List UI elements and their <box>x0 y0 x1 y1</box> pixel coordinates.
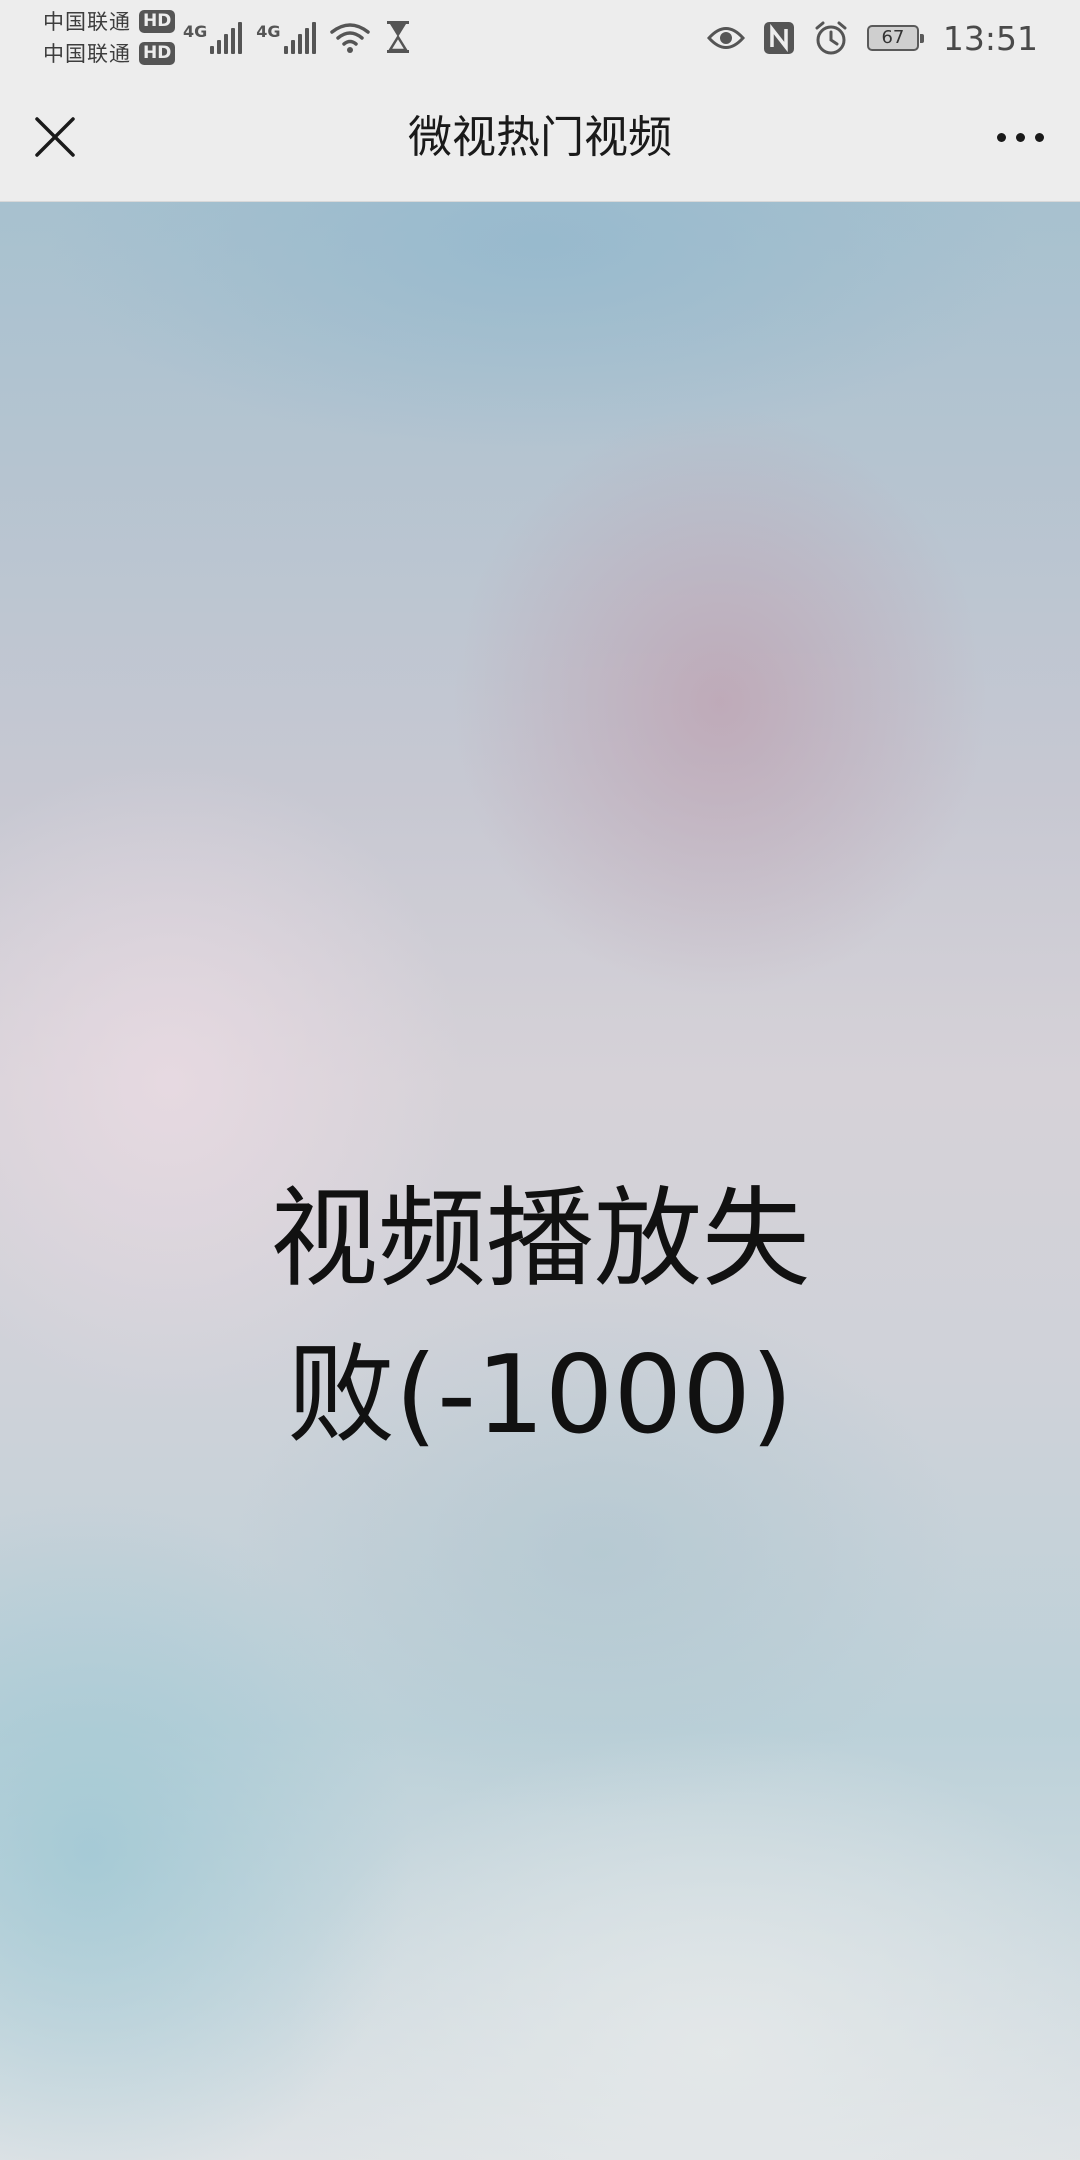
nav-bar: 微视热门视频 <box>0 76 1080 202</box>
network-type-label: 4G <box>183 22 208 41</box>
hd-badge: HD <box>139 41 176 65</box>
wifi-icon <box>329 22 370 54</box>
carrier-name: 中国联通 <box>43 42 131 66</box>
signal-icon: 4G <box>256 22 316 54</box>
error-line-2: 败(-1000) <box>286 1333 794 1458</box>
close-button[interactable] <box>22 104 88 170</box>
signal-group: 4G 4G <box>183 14 412 54</box>
status-bar: 中国联通 HD 中国联通 HD 4G 4G 67 13:51 <box>0 0 1080 76</box>
carrier-info: 中国联通 HD 中国联通 HD <box>43 6 176 68</box>
alarm-icon <box>813 20 849 56</box>
network-type-label: 4G <box>256 22 281 41</box>
signal-icon: 4G <box>183 22 243 54</box>
more-icon <box>996 132 1006 142</box>
status-time: 13:51 <box>942 18 1038 58</box>
more-button[interactable] <box>982 104 1058 170</box>
nfc-icon <box>763 21 795 55</box>
carrier-name: 中国联通 <box>43 10 131 34</box>
carrier-line-2: 中国联通 HD <box>43 38 176 68</box>
status-icons-right: 67 13:51 <box>706 10 1038 66</box>
video-error-message: 视频播放失 败(-1000) <box>240 1162 840 1474</box>
battery-icon: 67 <box>866 25 924 51</box>
video-player[interactable]: 视频播放失 败(-1000) <box>0 202 1080 2160</box>
carrier-line-1: 中国联通 HD <box>43 6 176 36</box>
page-title: 微视热门视频 <box>408 112 672 163</box>
battery-level: 67 <box>881 27 905 48</box>
hourglass-icon <box>384 20 412 54</box>
hd-badge: HD <box>139 9 176 33</box>
eye-icon <box>706 25 745 51</box>
error-line-1: 视频播放失 <box>269 1177 810 1302</box>
close-icon <box>35 117 75 157</box>
